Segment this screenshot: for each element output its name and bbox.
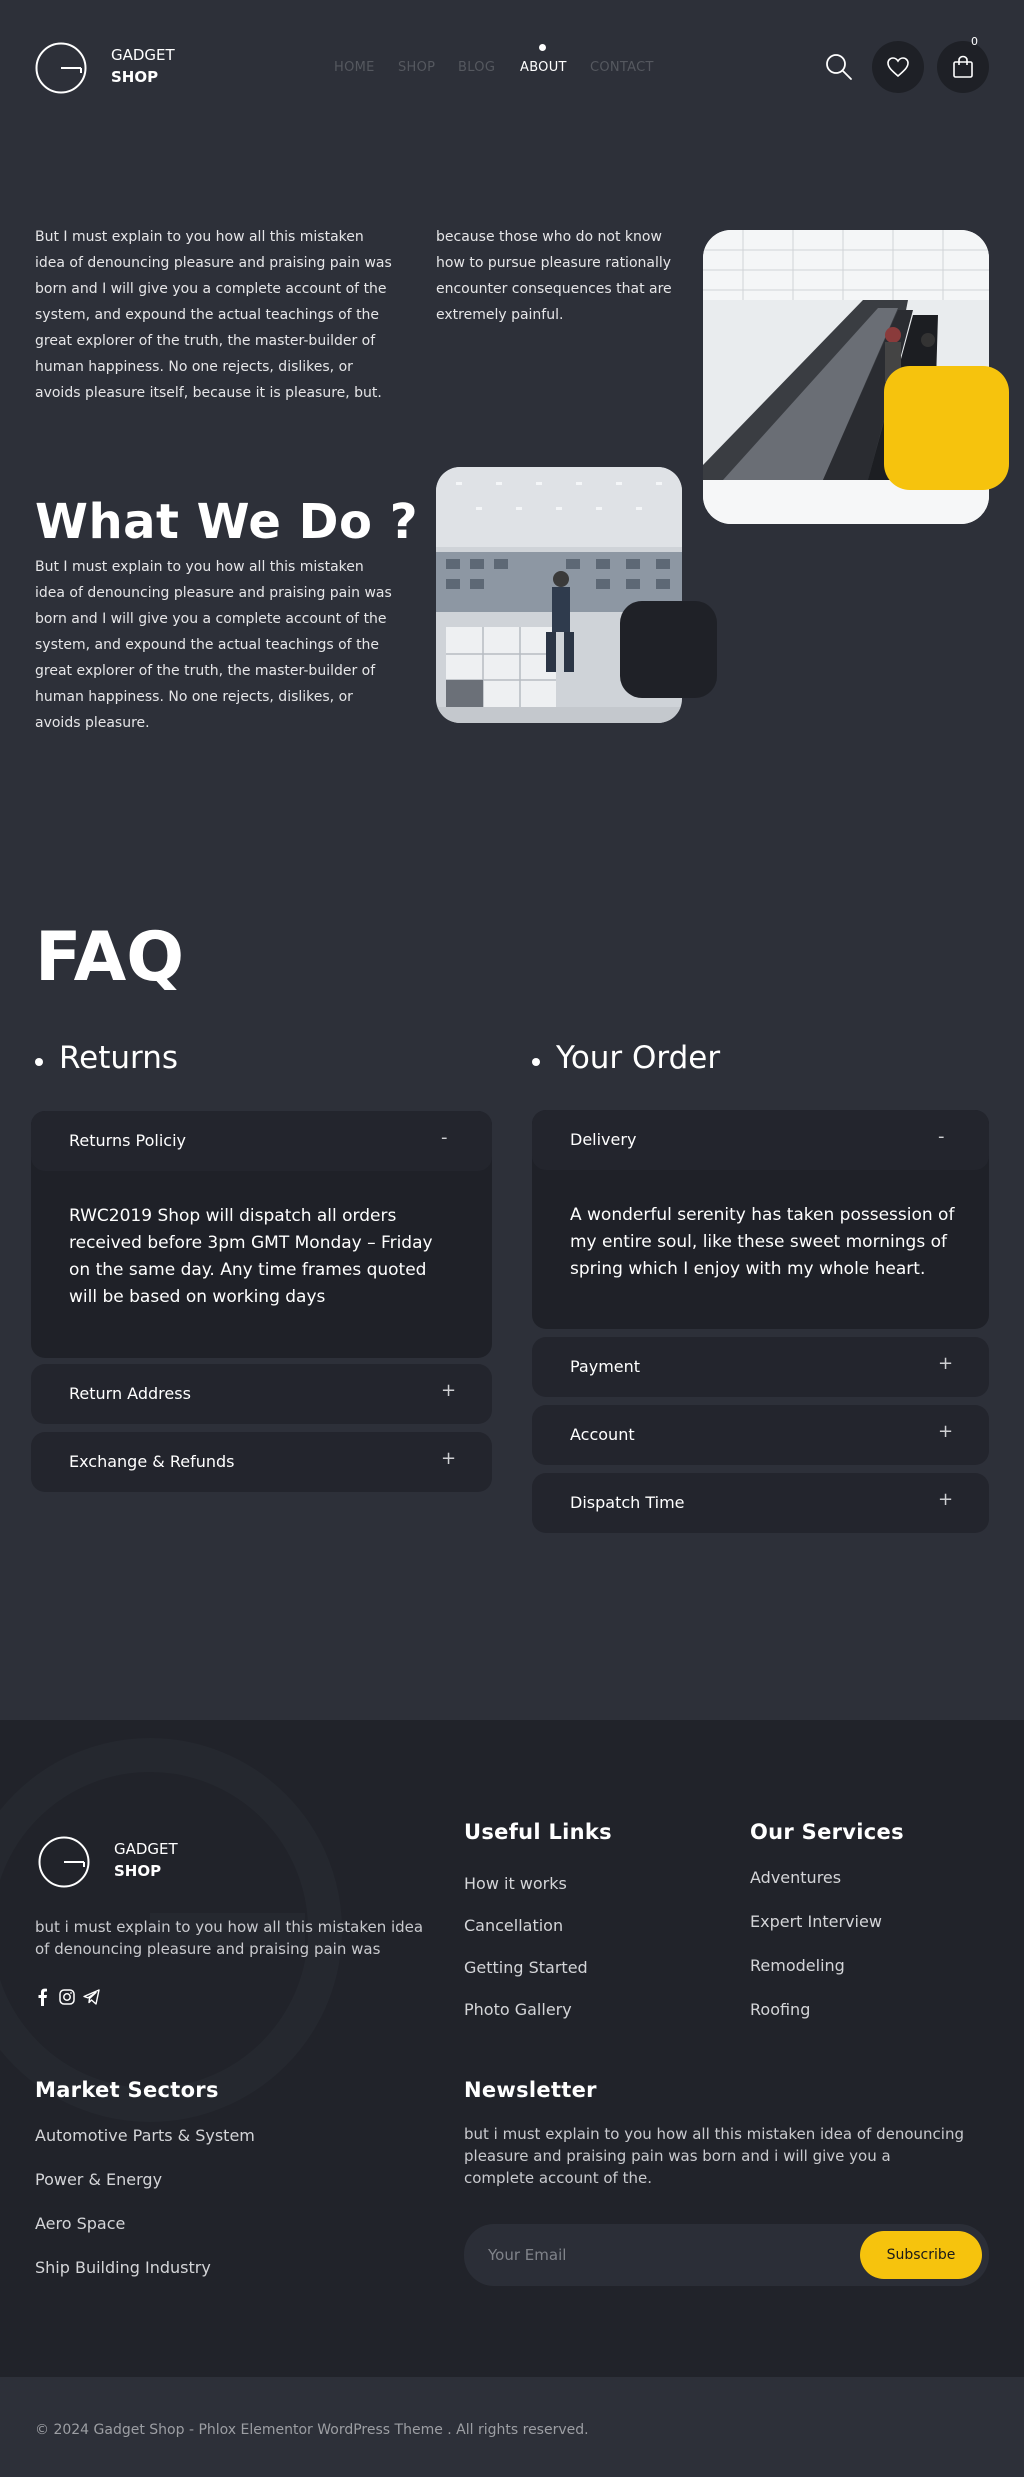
faq-answer-text: RWC2019 Shop will dispatch all orders re… bbox=[69, 1206, 433, 1307]
faq-item-return-address[interactable]: Return Address + bbox=[31, 1364, 492, 1424]
expand-icon[interactable]: + bbox=[938, 1353, 953, 1374]
faq-answer-text: A wonderful serenity has taken possessio… bbox=[570, 1205, 955, 1279]
email-input[interactable] bbox=[488, 2240, 848, 2270]
faq-question-text: Delivery bbox=[570, 1130, 637, 1149]
footer-link-roofing[interactable]: Roofing bbox=[750, 2000, 810, 2019]
logo-text-line1: GADGET bbox=[114, 1840, 178, 1858]
collapse-icon[interactable]: - bbox=[938, 1126, 945, 1147]
faq-question-text: Returns Policiy bbox=[69, 1131, 186, 1150]
logo-text-line2: SHOP bbox=[111, 68, 159, 86]
footer-about-text: but i must explain to you how all this m… bbox=[35, 1918, 424, 1958]
footer-link-automotive[interactable]: Automotive Parts & System bbox=[35, 2126, 255, 2145]
logo-icon bbox=[38, 1834, 90, 1894]
expand-icon[interactable]: + bbox=[938, 1489, 953, 1510]
nav-shop[interactable]: SHOP bbox=[398, 60, 435, 75]
faq-question-text: Return Address bbox=[69, 1384, 191, 1403]
copyright-text: © 2024 Gadget Shop - Phlox Elementor Wor… bbox=[35, 2422, 589, 2438]
expand-icon[interactable]: + bbox=[441, 1448, 456, 1469]
faq-item-dispatch-time[interactable]: Dispatch Time + bbox=[532, 1473, 989, 1533]
faq-question-row[interactable]: Returns Policiy - bbox=[31, 1111, 492, 1171]
footer-link-expert-interview[interactable]: Expert Interview bbox=[750, 1912, 882, 1931]
faq-your-order-heading: Your Order bbox=[532, 1040, 720, 1076]
logo-text-line1: GADGET bbox=[111, 46, 175, 64]
bullet-dot bbox=[532, 1058, 540, 1066]
collapse-icon[interactable]: - bbox=[441, 1127, 448, 1148]
nav-blog[interactable]: BLOG bbox=[458, 60, 495, 75]
newsletter-heading: Newsletter bbox=[464, 2078, 597, 2102]
social-icons bbox=[35, 1988, 115, 2008]
faq-question-row[interactable]: Delivery - bbox=[532, 1110, 989, 1170]
site-footer: GADGET SHOP but i must explain to you ho… bbox=[0, 1720, 1024, 2377]
faq-title: FAQ bbox=[35, 918, 185, 997]
shopping-bag-icon bbox=[953, 55, 973, 78]
main-nav: HOME SHOP BLOG ABOUT CONTACT bbox=[330, 42, 690, 82]
heart-icon bbox=[887, 57, 909, 78]
facebook-icon[interactable] bbox=[35, 1988, 49, 2006]
faq-question-text: Payment bbox=[570, 1357, 641, 1376]
newsletter-form: Subscribe bbox=[464, 2224, 989, 2286]
useful-links-heading: Useful Links bbox=[464, 1820, 612, 1844]
faq-item-payment[interactable]: Payment + bbox=[532, 1337, 989, 1397]
expand-icon[interactable]: + bbox=[938, 1421, 953, 1442]
footer-link-power-energy[interactable]: Power & Energy bbox=[35, 2170, 162, 2189]
nav-home[interactable]: HOME bbox=[334, 60, 375, 75]
faq-your-order-heading-text: Your Order bbox=[556, 1040, 721, 1076]
copyright-bar: © 2024 Gadget Shop - Phlox Elementor Wor… bbox=[0, 2377, 1024, 2477]
faq-item-delivery: Delivery - A wonderful serenity has take… bbox=[532, 1110, 989, 1329]
faq-returns-heading-text: Returns bbox=[59, 1040, 179, 1076]
search-icon bbox=[826, 54, 852, 80]
cart-count-badge: 0 bbox=[971, 35, 978, 48]
newsletter-text: but i must explain to you how all this m… bbox=[464, 2125, 964, 2187]
nav-contact[interactable]: CONTACT bbox=[590, 60, 654, 75]
wishlist-button[interactable] bbox=[872, 41, 924, 93]
accent-dark-block bbox=[620, 601, 717, 698]
footer-link-aero-space[interactable]: Aero Space bbox=[35, 2214, 125, 2233]
logo-text-line2: SHOP bbox=[114, 1862, 162, 1880]
footer-link-remodeling[interactable]: Remodeling bbox=[750, 1956, 845, 1975]
footer-link-photo-gallery[interactable]: Photo Gallery bbox=[464, 2000, 572, 2019]
footer-link-adventures[interactable]: Adventures bbox=[750, 1868, 841, 1887]
faq-item-exchange-refunds[interactable]: Exchange & Refunds + bbox=[31, 1432, 492, 1492]
faq-question-text: Account bbox=[570, 1425, 635, 1444]
cart-button[interactable] bbox=[937, 41, 989, 93]
about-paragraph-1: But I must explain to you how all this m… bbox=[35, 229, 392, 401]
faq-item-returns-policy: Returns Policiy - RWC2019 Shop will disp… bbox=[31, 1111, 492, 1358]
bullet-dot bbox=[35, 1058, 43, 1066]
nav-about[interactable]: ABOUT bbox=[520, 60, 567, 75]
subscribe-button[interactable]: Subscribe bbox=[860, 2231, 982, 2279]
nav-active-indicator bbox=[539, 44, 546, 51]
accent-yellow-block bbox=[884, 366, 1009, 490]
about-paragraph-2: because those who do not know how to pur… bbox=[436, 229, 672, 323]
market-sectors-heading: Market Sectors bbox=[35, 2078, 219, 2102]
faq-returns-heading: Returns bbox=[35, 1040, 178, 1076]
instagram-icon[interactable] bbox=[59, 1989, 75, 2005]
footer-logo[interactable]: GADGET SHOP bbox=[38, 1834, 188, 1890]
about-paragraph-3: But I must explain to you how all this m… bbox=[35, 559, 392, 731]
logo-icon bbox=[35, 40, 87, 100]
search-button[interactable] bbox=[824, 52, 860, 88]
faq-item-account[interactable]: Account + bbox=[532, 1405, 989, 1465]
what-we-do-title: What We Do ? bbox=[35, 494, 419, 550]
telegram-icon[interactable] bbox=[83, 1989, 100, 2005]
footer-link-cancellation[interactable]: Cancellation bbox=[464, 1916, 563, 1935]
faq-question-text: Dispatch Time bbox=[570, 1493, 685, 1512]
logo-link[interactable]: GADGET SHOP bbox=[35, 40, 185, 96]
footer-link-getting-started[interactable]: Getting Started bbox=[464, 1958, 588, 1977]
expand-icon[interactable]: + bbox=[441, 1380, 456, 1401]
footer-link-ship-building[interactable]: Ship Building Industry bbox=[35, 2258, 211, 2277]
faq-question-text: Exchange & Refunds bbox=[69, 1452, 235, 1471]
footer-link-how-it-works[interactable]: How it works bbox=[464, 1874, 567, 1893]
our-services-heading: Our Services bbox=[750, 1820, 904, 1844]
